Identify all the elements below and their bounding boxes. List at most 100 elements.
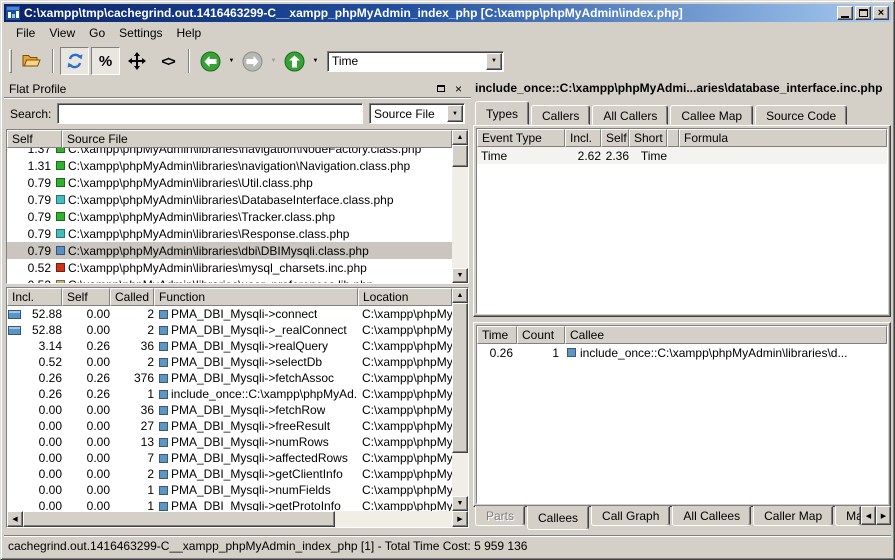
callees-table-column-header[interactable]: Count bbox=[517, 326, 565, 344]
tab-machine[interactable]: Machine bbox=[835, 506, 861, 526]
up-button[interactable] bbox=[280, 47, 309, 75]
maximize-button[interactable] bbox=[855, 6, 871, 20]
tab-scroll-left-button[interactable]: ◀ bbox=[861, 506, 876, 525]
chevron-down-icon: ▼ bbox=[491, 58, 497, 64]
function-table-row[interactable]: 0.520.002PMA_DBI_Mysqli->selectDbC:\xamp… bbox=[7, 354, 452, 370]
file-list-vscrollbar[interactable]: ▲ ▼ bbox=[452, 130, 468, 283]
menu-settings[interactable]: Settings bbox=[112, 24, 169, 42]
called-value: 2 bbox=[110, 355, 154, 369]
tab-callers[interactable]: Callers bbox=[531, 105, 590, 125]
toolbar-handle[interactable] bbox=[9, 49, 12, 73]
file-list-row[interactable]: 0.52C:\xampp\phpMyAdmin\libraries\mysql_… bbox=[7, 259, 452, 276]
file-list-column-header[interactable]: Self bbox=[7, 130, 62, 148]
forward-button[interactable] bbox=[238, 47, 267, 75]
back-dropdown-arrow[interactable]: ▼ bbox=[226, 47, 237, 75]
scroll-up-button[interactable]: ▲ bbox=[452, 288, 468, 303]
tab-callees[interactable]: Callees bbox=[527, 506, 589, 530]
dock-titlebar[interactable]: Flat Profile × bbox=[4, 80, 471, 98]
function-table-column-header[interactable]: Self bbox=[62, 288, 110, 306]
combo-dropdown-button[interactable]: ▼ bbox=[486, 53, 502, 70]
file-list-row[interactable]: 0.79C:\xampp\phpMyAdmin\libraries\dbi\DB… bbox=[7, 242, 452, 259]
function-table-row[interactable]: 0.260.261include_once::C:\xampp\phpMyAd.… bbox=[7, 386, 452, 402]
scroll-down-button[interactable]: ▼ bbox=[452, 268, 468, 283]
scroll-right-button[interactable]: ▶ bbox=[452, 511, 468, 527]
event-type-selector[interactable]: Time ▼ bbox=[327, 51, 504, 72]
up-dropdown-arrow[interactable]: ▼ bbox=[310, 47, 321, 75]
file-list-row[interactable]: 0.79C:\xampp\phpMyAdmin\libraries\Databa… bbox=[7, 191, 452, 208]
callees-table-column-header[interactable]: Time bbox=[477, 326, 517, 344]
scroll-left-button[interactable]: ◀ bbox=[7, 511, 23, 527]
file-list-column-header[interactable]: Source File bbox=[62, 130, 452, 148]
menu-file[interactable]: File bbox=[9, 24, 42, 42]
function-table-row[interactable]: 0.000.002PMA_DBI_Mysqli->getClientInfoC:… bbox=[7, 466, 452, 482]
cycle-detection-button[interactable] bbox=[60, 47, 89, 75]
open-file-button[interactable] bbox=[17, 47, 46, 75]
scroll-track[interactable] bbox=[335, 511, 452, 527]
scroll-thumb[interactable] bbox=[452, 145, 468, 167]
minimize-button[interactable] bbox=[837, 6, 853, 20]
function-table-row[interactable]: 52.880.002PMA_DBI_Mysqli->connectC:\xamp… bbox=[7, 306, 452, 322]
scroll-track[interactable] bbox=[452, 453, 468, 496]
function-table-row[interactable]: 0.000.001PMA_DBI_Mysqli->getProtoInfoC:\… bbox=[7, 498, 452, 511]
float-dock-button[interactable] bbox=[433, 82, 448, 95]
search-input[interactable] bbox=[57, 103, 363, 124]
menu-view[interactable]: View bbox=[42, 24, 82, 42]
close-dock-button[interactable]: × bbox=[451, 82, 466, 95]
file-list-row[interactable]: 0.79C:\xampp\phpMyAdmin\libraries\Util.c… bbox=[7, 174, 452, 191]
function-table-row[interactable]: 0.000.0036PMA_DBI_Mysqli->fetchRowC:\xam… bbox=[7, 402, 452, 418]
forward-dropdown-arrow[interactable]: ▼ bbox=[268, 47, 279, 75]
types-table-column-header[interactable]: Event Type bbox=[477, 129, 565, 147]
tab-types[interactable]: Types bbox=[475, 101, 529, 125]
types-table-row[interactable]: Time2.622.36Time bbox=[477, 147, 887, 164]
tab-callee-map[interactable]: Callee Map bbox=[670, 105, 753, 125]
scroll-down-button[interactable]: ▼ bbox=[452, 496, 468, 511]
scroll-thumb[interactable] bbox=[23, 511, 335, 527]
callees-table-row[interactable]: 0.261include_once::C:\xampp\phpMyAdmin\l… bbox=[477, 344, 887, 361]
scroll-up-button[interactable]: ▲ bbox=[452, 130, 468, 145]
file-list-row[interactable]: 0.79C:\xampp\phpMyAdmin\libraries\Respon… bbox=[7, 225, 452, 242]
back-button[interactable] bbox=[196, 47, 225, 75]
menu-go[interactable]: Go bbox=[82, 24, 112, 42]
menu-help[interactable]: Help bbox=[170, 24, 209, 42]
types-table-column-header[interactable]: Incl. bbox=[565, 129, 601, 147]
group-by-selector[interactable]: Source File ▼ bbox=[369, 103, 465, 124]
types-table-column-header[interactable]: Self bbox=[601, 129, 629, 147]
callees-table-column-header[interactable]: Callee bbox=[565, 326, 887, 344]
tab-call-graph[interactable]: Call Graph bbox=[591, 506, 670, 526]
function-table-row[interactable]: 3.140.2636PMA_DBI_Mysqli->realQueryC:\xa… bbox=[7, 338, 452, 354]
close-button[interactable]: × bbox=[873, 6, 889, 20]
horizontal-expand-button[interactable]: <> bbox=[153, 47, 182, 75]
function-table-row[interactable]: 52.880.002PMA_DBI_Mysqli->_realConnectC:… bbox=[7, 322, 452, 338]
scroll-track[interactable] bbox=[452, 167, 468, 268]
file-list-row[interactable]: 1.31C:\xampp\phpMyAdmin\libraries\naviga… bbox=[7, 157, 452, 174]
function-table-row[interactable]: 0.000.001PMA_DBI_Mysqli->numFieldsC:\xam… bbox=[7, 482, 452, 498]
tab-all-callers[interactable]: All Callers bbox=[592, 105, 668, 125]
function-name: PMA_DBI_Mysqli->realQuery bbox=[171, 339, 328, 353]
combo-dropdown-button[interactable]: ▼ bbox=[447, 105, 463, 122]
window-titlebar[interactable]: C:\xampp\tmp\cachegrind.out.1416463299-C… bbox=[4, 4, 891, 22]
tab-caller-map[interactable]: Caller Map bbox=[753, 506, 833, 526]
function-table-column-header[interactable]: Function bbox=[154, 288, 358, 306]
function-table-row[interactable]: 0.000.0027PMA_DBI_Mysqli->freeResultC:\x… bbox=[7, 418, 452, 434]
types-table-column-header[interactable]: Short bbox=[629, 129, 667, 147]
types-table-column-header[interactable] bbox=[667, 129, 679, 147]
file-list-row[interactable]: 1.37C:\xampp\phpMyAdmin\libraries\naviga… bbox=[7, 148, 452, 157]
tab-all-callees[interactable]: All Callees bbox=[672, 506, 751, 526]
function-table-row[interactable]: 0.000.007PMA_DBI_Mysqli->affectedRowsC:\… bbox=[7, 450, 452, 466]
function-table-column-header[interactable]: Incl. bbox=[7, 288, 62, 306]
function-table-vscrollbar[interactable]: ▲ ▼ bbox=[452, 288, 468, 511]
tab-source-code[interactable]: Source Code bbox=[755, 105, 847, 125]
function-table-hscrollbar[interactable]: ◀ ▶ bbox=[7, 511, 468, 527]
scroll-thumb[interactable] bbox=[452, 303, 468, 453]
types-table-column-header[interactable]: Formula bbox=[679, 129, 887, 147]
function-table-column-header[interactable]: Location bbox=[358, 288, 452, 306]
function-table-column-header[interactable]: Called bbox=[110, 288, 154, 306]
function-table-row[interactable]: 0.000.0013PMA_DBI_Mysqli->numRowsC:\xamp… bbox=[7, 434, 452, 450]
function-table-row[interactable]: 0.260.26376PMA_DBI_Mysqli->fetchAssocC:\… bbox=[7, 370, 452, 386]
relative-percent-button[interactable]: % bbox=[91, 47, 120, 75]
file-list-row[interactable]: 0.52C:\xampp\phpMyAdmin\libraries\user_p… bbox=[7, 276, 452, 283]
pan-button[interactable] bbox=[122, 47, 151, 75]
function-cell: PMA_DBI_Mysqli->connect bbox=[154, 307, 358, 321]
file-list-row[interactable]: 0.79C:\xampp\phpMyAdmin\libraries\Tracke… bbox=[7, 208, 452, 225]
tab-scroll-right-button[interactable]: ▶ bbox=[876, 506, 891, 525]
